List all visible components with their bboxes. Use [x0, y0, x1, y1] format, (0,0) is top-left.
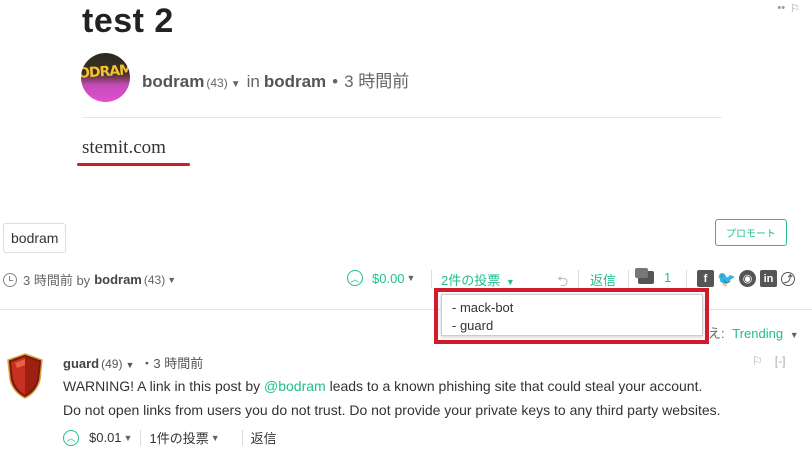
post-body-link[interactable]: stemit.com — [82, 137, 166, 159]
separator-dot: • — [332, 72, 339, 91]
chevron-down-icon[interactable]: ▼ — [125, 360, 134, 370]
reddit-icon[interactable]: ◉ — [739, 270, 756, 287]
post-title: test 2 — [82, 2, 174, 40]
highlight-underline — [77, 163, 190, 166]
tag-bodram[interactable]: bodram — [3, 223, 67, 253]
shield-icon[interactable] — [6, 353, 44, 399]
comment-time: ・3 時間前 — [140, 356, 204, 371]
comment-reputation: (49) — [101, 357, 123, 371]
comments-icon — [635, 268, 654, 284]
facebook-icon[interactable]: f — [697, 270, 714, 287]
votes-label: 2件の投票 — [441, 273, 501, 288]
share-more-icon[interactable]: ⤴ — [781, 271, 795, 286]
footer-reputation: (43) — [143, 272, 166, 287]
vertical-divider — [431, 270, 432, 288]
in-label: in — [246, 72, 260, 91]
comment-actions: ⚐ [-] — [752, 354, 785, 368]
avatar[interactable]: ODRAM — [81, 53, 130, 102]
divider — [82, 117, 722, 118]
avatar-logo-text: ODRAM — [81, 62, 130, 82]
sort-value[interactable]: Trending — [732, 326, 783, 341]
vertical-divider — [578, 270, 579, 288]
author-reputation: (43) — [206, 76, 228, 90]
share-icons: f 🐦 ◉ in ⤴ — [697, 270, 795, 288]
chevron-down-icon[interactable]: ▼ — [407, 273, 416, 283]
comment-text-part: leads to a known phishing site that coul… — [325, 378, 703, 394]
comment-reply-button[interactable]: 返信 — [251, 428, 277, 447]
chevron-down-icon[interactable]: ▼ — [211, 433, 220, 443]
clock-icon — [3, 272, 17, 287]
payout-value[interactable]: $0.00 — [372, 271, 405, 286]
footer-author[interactable]: bodram — [94, 272, 142, 287]
post-payout: ︿ $0.00 ▼ — [347, 270, 415, 286]
collapse-button[interactable]: [-] — [775, 354, 786, 368]
footer-time: 3 時間前 by — [23, 273, 91, 288]
vertical-divider — [140, 429, 142, 446]
post-author-line: bodram (43) ▼ in bodram • 3 時間前 — [142, 67, 409, 92]
chevron-down-icon[interactable]: ▼ — [231, 79, 241, 90]
mention-link[interactable]: @bodram — [264, 378, 326, 394]
reply-button[interactable]: 返信 — [590, 270, 616, 289]
upvote-icon[interactable]: ︿ — [347, 270, 363, 286]
flag-icon[interactable]: ⚐ — [790, 2, 800, 15]
promote-button[interactable]: プロモート — [715, 219, 787, 246]
comment-text-line-2: Do not open links from users you do not … — [63, 402, 721, 418]
comment-header: guard (49) ▼ ・3 時間前 — [63, 353, 203, 372]
chevron-down-icon[interactable]: ▼ — [167, 275, 176, 285]
chevron-down-icon: ▼ — [505, 277, 515, 287]
comment-footer: ︿ $0.01 ▼ 1件の投票 ▼ 返信 — [63, 428, 277, 447]
comment-author[interactable]: guard — [63, 356, 99, 371]
sort-selector[interactable]: え: Trending ▼ — [708, 323, 799, 342]
author-name[interactable]: bodram — [142, 72, 204, 92]
sort-label: え: — [708, 326, 725, 341]
comment-text-line-1: WARNING! A link in this post by @bodram … — [63, 378, 702, 394]
top-actions: •• ⚐ — [777, 2, 800, 15]
category-link[interactable]: bodram — [264, 72, 326, 92]
chevron-down-icon[interactable]: ▼ — [124, 433, 133, 443]
comment-votes[interactable]: 1件の投票 — [149, 428, 208, 447]
more-icon[interactable]: •• — [777, 2, 785, 15]
comment-count: 1 — [664, 270, 672, 285]
vertical-divider — [628, 270, 629, 288]
comment-payout[interactable]: $0.01 — [89, 430, 122, 445]
votes-dropdown[interactable]: 2件の投票 ▼ — [441, 270, 515, 289]
vertical-divider — [686, 270, 687, 288]
upvote-icon[interactable]: ︿ — [63, 429, 79, 446]
post-footer-meta: 3 時間前 by bodram (43) ▼ — [3, 270, 176, 289]
highlight-box — [434, 288, 709, 344]
linkedin-icon[interactable]: in — [760, 270, 777, 287]
flag-icon[interactable]: ⚐ — [752, 354, 763, 368]
vertical-divider — [241, 429, 243, 446]
comment-text-part: WARNING! A link in this post by — [63, 378, 264, 394]
twitter-icon[interactable]: 🐦 — [717, 270, 736, 288]
chevron-down-icon[interactable]: ▼ — [790, 330, 799, 340]
comments-count[interactable]: 1 — [635, 268, 672, 285]
post-time: 3 時間前 — [344, 72, 410, 91]
